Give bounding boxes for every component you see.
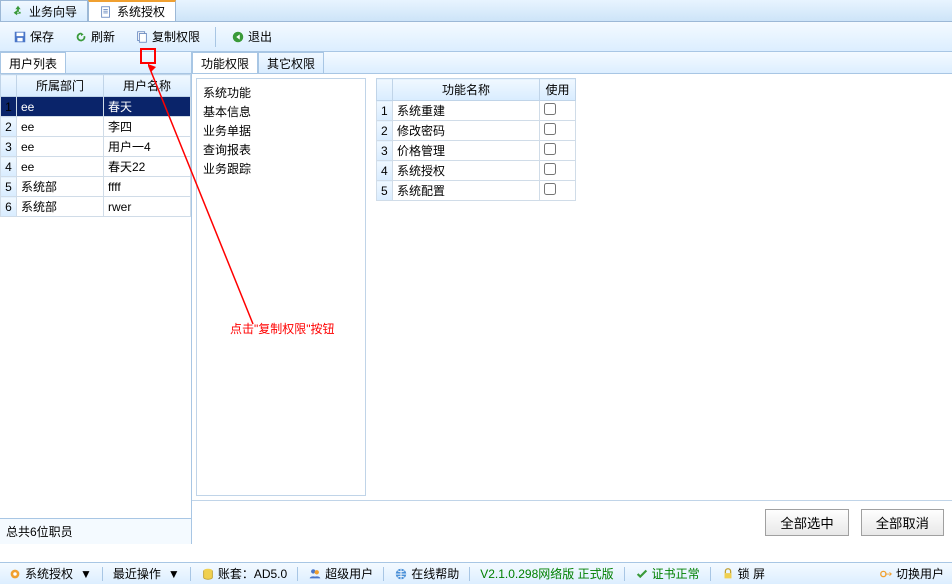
exit-icon xyxy=(231,30,245,44)
tree[interactable]: 系统功能基本信息业务单据查询报表业务跟踪 xyxy=(196,78,366,496)
tree-item[interactable]: 业务单据 xyxy=(201,121,361,140)
table-row[interactable]: 5系统配置 xyxy=(377,181,576,201)
table-row[interactable]: 5系统部ffff xyxy=(1,177,191,197)
sb-acct[interactable]: 账套：AD5.0 xyxy=(197,565,291,582)
table-row[interactable]: 4ee春天22 xyxy=(1,157,191,177)
sb-user[interactable]: 超级用户 xyxy=(304,565,377,582)
gear-icon xyxy=(8,567,22,581)
sb-version: V2.1.0.298网络版 正式版 xyxy=(476,565,617,582)
table-row[interactable]: 3价格管理 xyxy=(377,141,576,161)
table-row[interactable]: 4系统授权 xyxy=(377,161,576,181)
sb-app[interactable]: 系统授权▼ xyxy=(4,565,96,582)
refresh-button[interactable]: 刷新 xyxy=(67,25,122,48)
sb-switch[interactable]: 切换用户 xyxy=(875,565,948,582)
lock-icon xyxy=(721,567,735,581)
user-table[interactable]: 所属部门 用户名称 1ee春天2ee李四3ee用户一44ee春天225系统部ff… xyxy=(0,74,191,518)
copy-perm-button[interactable]: 复制权限 xyxy=(128,25,207,48)
left-pane: 用户列表 所属部门 用户名称 1ee春天2ee李四3ee用户一44ee春天225… xyxy=(0,52,192,544)
table-row[interactable]: 1ee春天 xyxy=(1,97,191,117)
statusbar: 系统授权▼ 最近操作▼ 账套：AD5.0 超级用户 在线帮助 V2.1.0.29… xyxy=(0,562,952,584)
col-rownum xyxy=(1,75,17,97)
right-pane: 功能权限 其它权限 系统功能基本信息业务单据查询报表业务跟踪 功能名称 使用 1… xyxy=(192,52,952,544)
save-button[interactable]: 保存 xyxy=(6,25,61,48)
sb-lock[interactable]: 锁 屏 xyxy=(717,565,769,582)
use-checkbox[interactable] xyxy=(544,123,556,135)
col-name[interactable]: 用户名称 xyxy=(104,75,191,97)
col-funcname[interactable]: 功能名称 xyxy=(393,79,540,101)
right-content: 系统功能基本信息业务单据查询报表业务跟踪 功能名称 使用 1系统重建2修改密码3… xyxy=(192,74,952,500)
table-row[interactable]: 3ee用户一4 xyxy=(1,137,191,157)
btn-label: 退出 xyxy=(248,28,272,45)
table-row[interactable]: 1系统重建 xyxy=(377,101,576,121)
btn-label: 保存 xyxy=(30,28,54,45)
user-count: 总共6位职员 xyxy=(0,518,191,544)
tree-item[interactable]: 系统功能 xyxy=(201,83,361,102)
tab-guide[interactable]: 业务向导 xyxy=(0,0,88,21)
db-icon xyxy=(201,567,215,581)
func-table[interactable]: 功能名称 使用 1系统重建2修改密码3价格管理4系统授权5系统配置 xyxy=(376,78,576,496)
tree-item[interactable]: 查询报表 xyxy=(201,140,361,159)
left-subtabs: 用户列表 xyxy=(0,52,191,74)
deselect-all-button[interactable]: 全部取消 xyxy=(861,509,944,536)
tab-func-perm[interactable]: 功能权限 xyxy=(192,52,258,73)
separator xyxy=(215,27,216,47)
sb-help[interactable]: 在线帮助 xyxy=(390,565,463,582)
table-row[interactable]: 2修改密码 xyxy=(377,121,576,141)
sb-cert[interactable]: 证书正常 xyxy=(631,565,704,582)
tab-userlist[interactable]: 用户列表 xyxy=(0,52,66,73)
tree-item[interactable]: 业务跟踪 xyxy=(201,159,361,178)
tab-auth[interactable]: 系统授权 xyxy=(88,0,176,21)
table-row[interactable]: 6系统部rwer xyxy=(1,197,191,217)
table-row[interactable]: 2ee李四 xyxy=(1,117,191,137)
copy-icon xyxy=(135,30,149,44)
use-checkbox[interactable] xyxy=(544,183,556,195)
key-icon xyxy=(879,567,893,581)
use-checkbox[interactable] xyxy=(544,143,556,155)
globe-icon xyxy=(394,567,408,581)
refresh-icon xyxy=(74,30,88,44)
sb-recent[interactable]: 最近操作▼ xyxy=(109,565,184,582)
users-icon xyxy=(308,567,322,581)
use-checkbox[interactable] xyxy=(544,103,556,115)
use-checkbox[interactable] xyxy=(544,163,556,175)
col-rownum xyxy=(377,79,393,101)
select-all-button[interactable]: 全部选中 xyxy=(765,509,848,536)
save-icon xyxy=(13,30,27,44)
check-icon xyxy=(635,567,649,581)
btn-label: 复制权限 xyxy=(152,28,200,45)
tab-label: 系统授权 xyxy=(117,3,165,20)
right-subtabs: 功能权限 其它权限 xyxy=(192,52,952,74)
annotation-box xyxy=(140,48,156,64)
tab-label: 业务向导 xyxy=(29,3,77,20)
exit-button[interactable]: 退出 xyxy=(224,25,279,48)
page-icon xyxy=(99,5,113,19)
btn-label: 刷新 xyxy=(91,28,115,45)
top-tabs: 业务向导 系统授权 xyxy=(0,0,952,22)
right-footer: 全部选中 全部取消 xyxy=(192,500,952,544)
tab-other-perm[interactable]: 其它权限 xyxy=(258,52,324,73)
tree-item[interactable]: 基本信息 xyxy=(201,102,361,121)
col-use[interactable]: 使用 xyxy=(540,79,576,101)
col-dept[interactable]: 所属部门 xyxy=(17,75,104,97)
recycle-icon xyxy=(11,4,25,18)
main: 用户列表 所属部门 用户名称 1ee春天2ee李四3ee用户一44ee春天225… xyxy=(0,52,952,544)
